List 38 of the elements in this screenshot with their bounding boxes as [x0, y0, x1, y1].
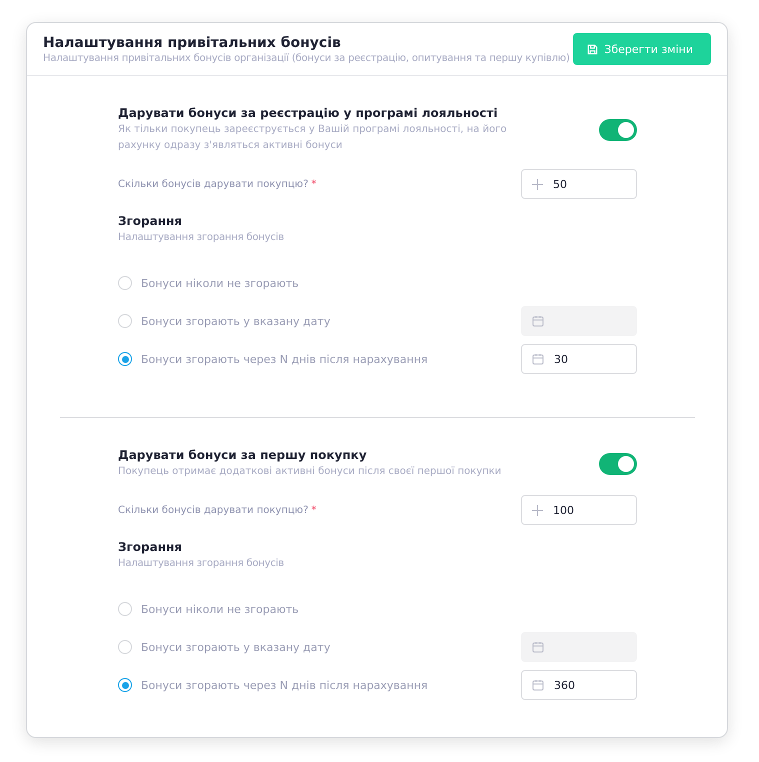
amount-field[interactable]: 100 — [521, 495, 637, 525]
field-value: 30 — [554, 352, 568, 366]
expiry-subtitle: Налаштування згорання бонусів — [118, 558, 285, 569]
expiry-title: Згорання — [118, 214, 184, 228]
calendar-icon — [532, 641, 544, 653]
section-title: Дарувати бонуси за першу покупку — [118, 448, 368, 462]
section-description: Як тільки покупець зареєструється у Вашій програмі лояльності, на його рахунку одразу з'являться активні бонуси — [118, 123, 508, 153]
calendar-icon — [532, 315, 544, 327]
plus-icon — [532, 504, 543, 516]
expiry-subtitle: Налаштування згорання бонусів — [118, 232, 285, 243]
calendar-icon — [532, 679, 544, 691]
save-button[interactable]: Зберегти зміни — [573, 33, 711, 65]
calendar-icon — [532, 353, 544, 365]
page-subtitle: Налаштування привітальних бонусів організації (бонуси за реєстрацію, опитування та першу купівлю) — [43, 52, 570, 64]
radio-option[interactable]: Бонуси ніколи не згорають — [118, 276, 299, 290]
amount-field[interactable]: 50 — [521, 169, 637, 199]
date-field[interactable]: 30 — [521, 344, 637, 374]
page-title: Налаштування привітальних бонусів — [43, 34, 342, 50]
section-description: Покупець отримає додаткові активні бонуси після своєї першої покупки — [118, 465, 502, 479]
toggle-switch[interactable] — [599, 119, 637, 141]
section-title: Дарувати бонуси за реєстрацію у програмі лояльності — [118, 106, 499, 120]
radio-option[interactable]: Бонуси згорають у вказану дату — [118, 314, 330, 328]
radio-button[interactable] — [118, 352, 132, 366]
radio-option[interactable]: Бонуси згорають через N днів після нарахування — [118, 352, 428, 366]
field-label: Скільки бонусів дарувати покупцю? * — [118, 504, 316, 516]
field-value: 360 — [554, 678, 575, 692]
toggle-switch[interactable] — [599, 453, 637, 475]
radio-option[interactable]: Бонуси згорають у вказану дату — [118, 640, 330, 654]
field-value: 50 — [553, 178, 567, 190]
radio-button[interactable] — [118, 678, 132, 692]
save-icon — [587, 44, 598, 54]
radio-option[interactable]: Бонуси згорають через N днів після нарахування — [118, 678, 428, 692]
plus-icon — [532, 178, 543, 190]
field-label: Скільки бонусів дарувати покупцю? * — [118, 178, 316, 190]
date-field[interactable]: 360 — [521, 670, 637, 700]
field-value: 100 — [553, 504, 574, 516]
expiry-title: Згорання — [118, 540, 184, 554]
radio-option[interactable]: Бонуси ніколи не згорають — [118, 602, 299, 616]
